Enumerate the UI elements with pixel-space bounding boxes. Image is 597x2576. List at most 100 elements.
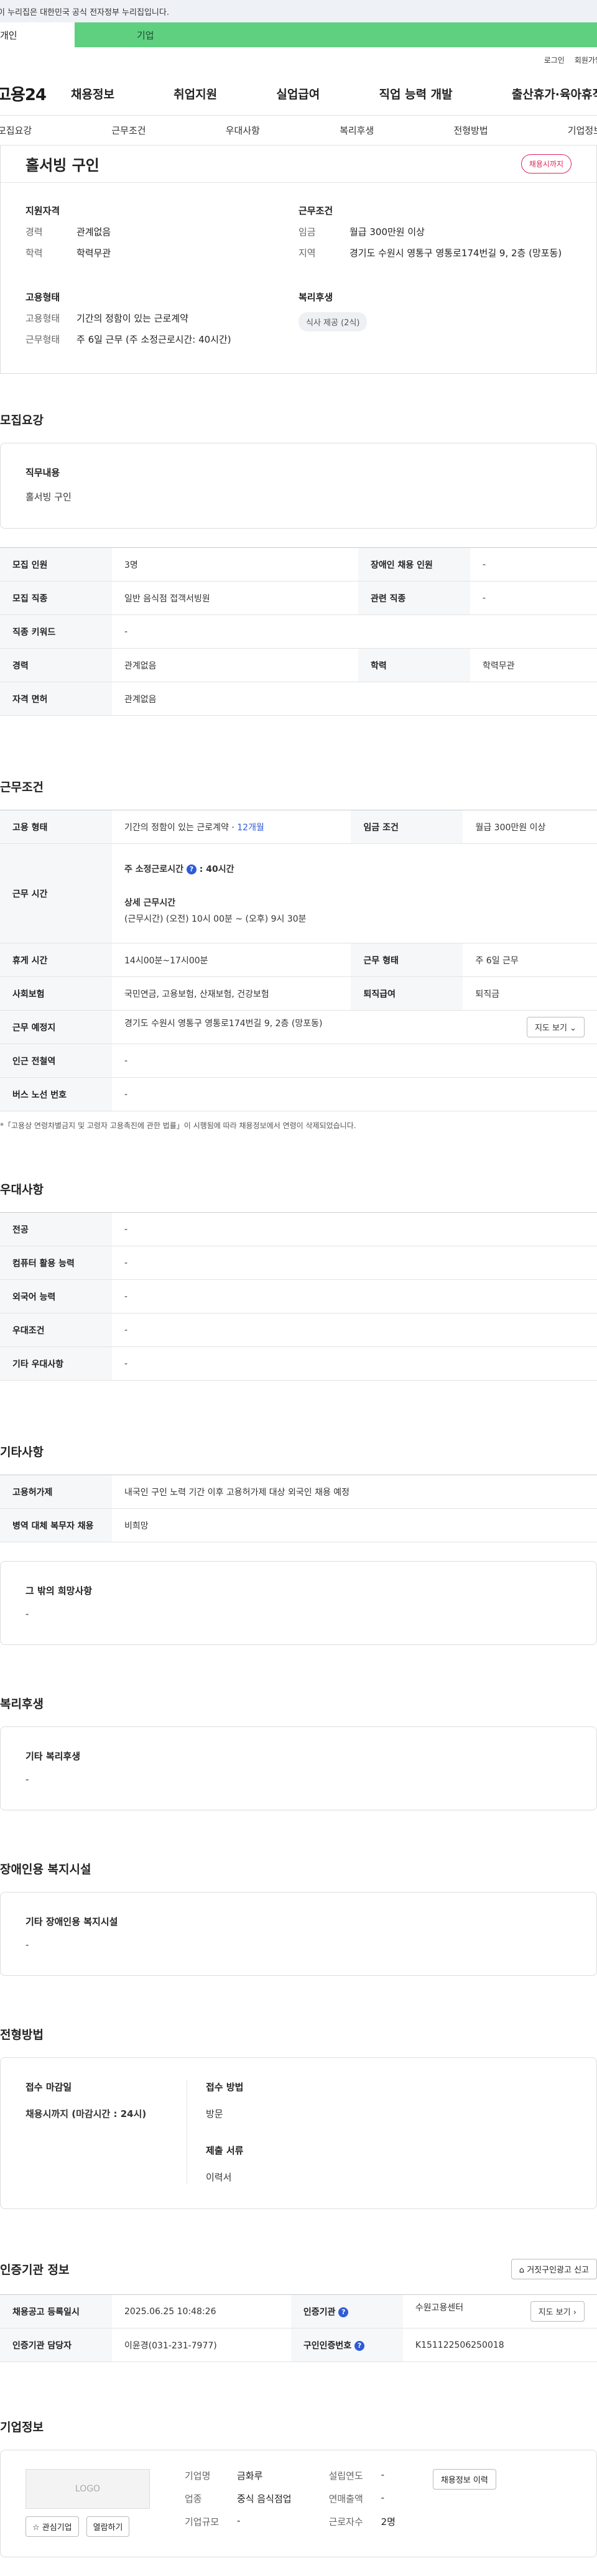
gnb-item-support[interactable]: 취업지원	[174, 85, 217, 102]
welfare-block: 복리후생 식사 제공 (2식)	[298, 290, 572, 354]
job-duty-box: 직무내용 홀서빙 구인	[0, 443, 597, 529]
table-value-cell: -	[470, 547, 597, 581]
view-company-button[interactable]: 열람하기	[86, 2516, 130, 2537]
gnb-item-training[interactable]: 직업 능력 개발	[379, 85, 453, 102]
lnb-item-company[interactable]: 기업정보	[568, 124, 597, 137]
map-button[interactable]: 지도 보기 ⌄	[526, 1017, 585, 1037]
role-tabs: 개인 기업	[0, 22, 597, 47]
login-link[interactable]: 로그인	[544, 55, 565, 65]
table-header-cell: 직종 키워드	[0, 614, 112, 649]
table-value-cell: 14시00분~17시00분	[112, 943, 351, 977]
condition-title: 근무조건	[298, 205, 333, 216]
site-logo[interactable]: 고용24	[0, 82, 71, 105]
lnb-item-selection[interactable]: 전형방법	[453, 124, 488, 137]
table-header-cell: 모집 직종	[0, 581, 112, 615]
table-row: 컴퓨터 활용 능력 -	[0, 1246, 597, 1280]
table-value-cell: -	[112, 1279, 597, 1313]
gnb-item-leave[interactable]: 출산휴가·육아휴직	[512, 85, 597, 102]
help-icon[interactable]: ?	[354, 2340, 365, 2351]
kv-row: 설립연도 -	[329, 2469, 396, 2482]
table-row: 외국어 능력 -	[0, 1279, 597, 1313]
join-link[interactable]: 회원가입	[575, 55, 597, 65]
gnb-menu: 채용정보 취업지원 실업급여 직업 능력 개발 출산휴가·육아휴직	[71, 85, 597, 102]
table-row: 인근 전철역 -	[0, 1044, 597, 1078]
tab-company[interactable]: 기업	[75, 22, 236, 47]
interest-company-button[interactable]: ☆ 관심기업	[25, 2516, 79, 2537]
table-row: 고용 형태 기간의 정함이 있는 근로계약 · 12개월 임금 조건 월급 30…	[0, 810, 597, 844]
kv-value: -	[237, 2515, 241, 2526]
table-value-cell: 주 6일 근무	[463, 943, 597, 977]
cert-org-cell: 수원고용센터 지도 보기 ›	[402, 2294, 597, 2328]
disabled-box: 기타 장애인용 복지시설 -	[0, 1892, 597, 1976]
table-row: 기타 우대사항 -	[0, 1346, 597, 1381]
company-col-1: 기업명 금화루 업종 중식 음식점업 기업규모 -	[185, 2469, 292, 2538]
selection-section-title: 전형방법	[0, 2028, 44, 2042]
lnb-item-condition[interactable]: 근무조건	[111, 124, 146, 137]
kv-key: 기업규모	[185, 2516, 220, 2527]
table-value-cell: 월급 300만원 이상	[463, 810, 597, 844]
table-row: 근무 예정지 경기도 수원시 영통구 영통로174번길 9, 2층 (망포동) 지…	[0, 1010, 597, 1044]
welfare-box: 기타 복리후생 -	[0, 1726, 597, 1810]
table-header-cell: 인증기관 담당자	[0, 2328, 112, 2362]
lnb-item-recruit[interactable]: 모집요강	[0, 124, 32, 137]
docs-label: 제출 서류	[206, 2145, 244, 2156]
gnb-item-benefit[interactable]: 실업급여	[276, 85, 320, 102]
weekly-hours-label: 주 소정근로시간	[124, 864, 184, 874]
table-value-cell: -	[112, 614, 597, 649]
kv-row: 근로자수 2명	[329, 2515, 396, 2528]
kv-key: 근로자수	[328, 2516, 363, 2527]
table-header-cell: 자격 면허	[0, 682, 112, 716]
table-value-cell: 관계없음	[112, 682, 597, 716]
weekly-hours-value: : 40시간	[199, 864, 234, 874]
work-section-title: 근무조건	[0, 781, 44, 794]
table-header-cell: 고용허가제	[0, 1475, 112, 1509]
employment-title: 고용형태	[25, 292, 60, 303]
welfare-section-title: 복리후생	[0, 1697, 44, 1711]
cert-map-button[interactable]: 지도 보기 ›	[530, 2301, 585, 2322]
table-header-cell: 퇴직급여	[351, 976, 463, 1011]
kv-row: 기업규모 -	[185, 2515, 292, 2528]
table-row: 근무 시간 주 소정근로시간 ? : 40시간 상세 근무시간 (근무시간) (…	[0, 843, 597, 943]
map-button-label: 지도 보기	[534, 1024, 567, 1033]
deadline-col: 접수 마감일 채용시까지 (마감시간 : 24시)	[25, 2080, 187, 2184]
table-header-cell: 근무 형태	[351, 943, 463, 977]
cert-header: 인증기관 정보 ⌂ 거짓구인광고 신고	[0, 2259, 597, 2279]
table-value-cell: 관계없음	[112, 648, 359, 682]
cert-no-header: 구인인증번호 ?	[290, 2328, 403, 2362]
table-header-cell: 모집 인원	[0, 547, 112, 581]
work-table: 고용 형태 기간의 정함이 있는 근로계약 · 12개월 임금 조건 월급 30…	[0, 810, 597, 1111]
gov-notice-bar: 이 누리집은 대한민국 공식 전자정부 누리집입니다.	[0, 0, 597, 22]
tab-personal[interactable]: 개인	[0, 22, 75, 47]
report-button-label: 거짓구인광고 신고	[527, 2266, 589, 2275]
employment-months: 12개월	[237, 822, 264, 833]
table-row: 전공 -	[0, 1212, 597, 1246]
method-col: 접수 방법 방문 제출 서류 이력서	[187, 2080, 243, 2184]
table-value-cell: K151122506250018	[402, 2328, 597, 2362]
kv-row: 연매출액 -	[329, 2492, 396, 2505]
lnb-item-preference[interactable]: 우대사항	[226, 124, 260, 137]
kv-value: 2명	[381, 2516, 396, 2527]
help-icon[interactable]: ?	[186, 864, 197, 874]
lnb-item-welfare[interactable]: 복리후생	[340, 124, 374, 137]
welfare-title: 복리후생	[298, 292, 333, 303]
recruit-table: 모집 인원 3명 장애인 채용 인원 - 모집 직종 일반 음식점 접객서빙원 …	[0, 547, 597, 716]
kv-value: -	[381, 2469, 384, 2480]
kv-value: 중식 음식점업	[237, 2493, 292, 2504]
report-false-ad-button[interactable]: ⌂ 거짓구인광고 신고	[511, 2259, 597, 2279]
table-header-cell: 버스 노선 번호	[0, 1077, 112, 1111]
table-value-cell: -	[112, 1077, 597, 1111]
gnb-item-jobs[interactable]: 채용정보	[71, 85, 114, 102]
job-title: 홀서빙 구인	[25, 157, 100, 174]
job-history-button[interactable]: 채용정보 이력	[432, 2469, 496, 2490]
utility-links: 로그인 회원가입	[0, 47, 597, 72]
recruit-section-title: 모집요강	[0, 414, 44, 427]
global-nav: 고용24 채용정보 취업지원 실업급여 직업 능력 개발 출산휴가·육아휴직	[0, 72, 597, 116]
cert-org-value: 수원고용센터	[415, 2303, 464, 2313]
job-duty-title: 직무내용	[25, 467, 60, 478]
cert-no-label: 구인인증번호	[303, 2340, 352, 2351]
method-label: 접수 방법	[206, 2082, 244, 2093]
method-value: 방문	[206, 2108, 223, 2120]
help-icon[interactable]: ?	[338, 2307, 349, 2317]
section-nav: 모집요강 근무조건 우대사항 복리후생 전형방법 기업정보	[0, 116, 597, 146]
preference-table: 전공 - 컴퓨터 활용 능력 - 외국어 능력 - 우대조건 - 기타 우대사항 -	[0, 1212, 597, 1381]
